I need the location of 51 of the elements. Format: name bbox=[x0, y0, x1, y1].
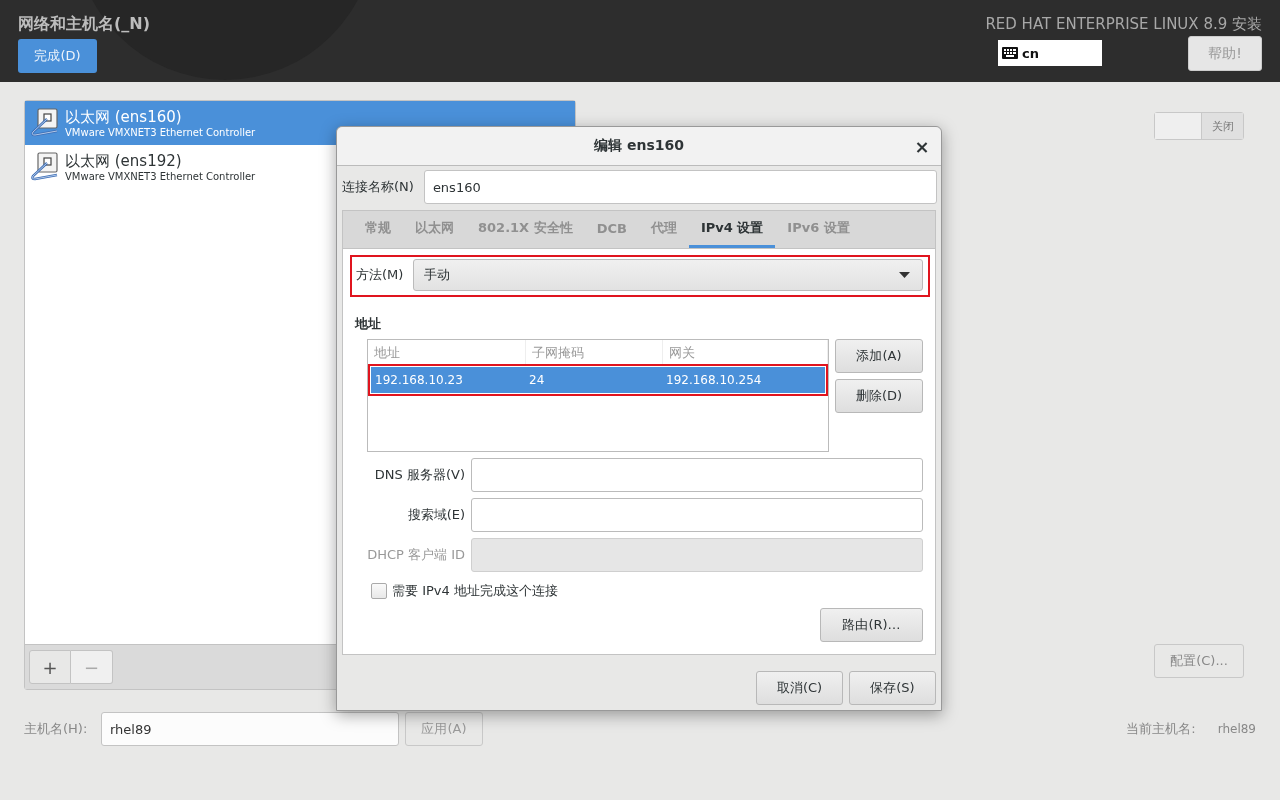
table-cell-text: 192.168.10.23 bbox=[374, 373, 464, 387]
checkbox-label: 需要 IPv4 地址完成这个连接 bbox=[392, 582, 558, 600]
device-description: VMware VMXNET3 Ethernet Controller bbox=[65, 171, 256, 182]
device-name: 以太网 (ens160) bbox=[65, 108, 183, 127]
keyboard-layout-text: cn bbox=[1022, 45, 1039, 61]
table-cell-text: 192.168.10.254 bbox=[665, 373, 763, 387]
hostname-field[interactable]: rhel89 bbox=[101, 712, 399, 746]
connection-name-field[interactable]: ens160 bbox=[423, 170, 937, 204]
device-description: VMware VMXNET3 Ethernet Controller bbox=[65, 127, 256, 138]
current-hostname-value: rhel89 bbox=[1217, 722, 1256, 736]
method-dropdown[interactable]: 手动 bbox=[413, 259, 923, 291]
keyboard-icon bbox=[1002, 47, 1018, 59]
configure-button[interactable]: 配置(C)... bbox=[1154, 644, 1244, 678]
delete-button[interactable]: 删除(D) bbox=[835, 379, 923, 413]
page-title: 网络和主机名(_N) bbox=[18, 14, 150, 35]
done-button[interactable]: 完成(D) bbox=[18, 39, 97, 73]
method-label: 方法(M) bbox=[356, 266, 404, 284]
close-button[interactable]: × bbox=[911, 135, 933, 157]
input-field[interactable] bbox=[471, 458, 923, 492]
dropdown-arrow-icon bbox=[899, 272, 910, 278]
tab[interactable]: 常规 bbox=[353, 211, 403, 248]
table-cell-text: 24 bbox=[528, 373, 546, 387]
tab[interactable]: 802.1X 安全性 bbox=[466, 211, 585, 248]
add-button[interactable]: 添加(A) bbox=[835, 339, 923, 373]
input-field[interactable] bbox=[471, 498, 923, 532]
connection-name-label: 连接名称(N) bbox=[342, 178, 414, 196]
field-label: DNS 服务器(V) bbox=[373, 466, 465, 484]
checkbox[interactable] bbox=[371, 583, 387, 599]
help-button[interactable]: 帮助! bbox=[1188, 36, 1262, 71]
hostname-label: 主机名(H): bbox=[24, 720, 89, 738]
device-name: 以太网 (ens192) bbox=[65, 152, 183, 171]
section-title: 地址 bbox=[355, 315, 382, 333]
current-hostname-label: 当前主机名: bbox=[1126, 720, 1196, 738]
tab[interactable]: 以太网 bbox=[403, 211, 466, 248]
tab[interactable]: DCB bbox=[584, 211, 639, 248]
save-button[interactable]: 保存(S) bbox=[849, 671, 936, 705]
add-device-button[interactable]: + bbox=[29, 650, 71, 684]
ethernet-icon bbox=[29, 108, 59, 138]
dialog-title: 编辑 ens160 bbox=[594, 137, 684, 155]
tab[interactable]: 代理 bbox=[638, 211, 689, 248]
keyboard-layout-indicator[interactable]: cn bbox=[998, 40, 1102, 66]
apply-button[interactable]: 应用(A) bbox=[405, 712, 483, 746]
product-title: RED HAT ENTERPRISE LINUX 8.9 安装 bbox=[985, 15, 1262, 34]
tab[interactable]: IPv6 设置 bbox=[775, 211, 862, 248]
table-row[interactable]: 192.168.10.23 24 192.168.10.254 bbox=[368, 364, 828, 396]
ethernet-icon bbox=[29, 152, 59, 182]
field-label: DHCP 客户端 ID bbox=[366, 546, 465, 564]
field-label: 搜索域(E) bbox=[406, 506, 465, 524]
routes-button[interactable]: 路由(R)… bbox=[820, 608, 923, 642]
toggle-switch[interactable]: 关闭 bbox=[1154, 112, 1244, 140]
cancel-button[interactable]: 取消(C) bbox=[756, 671, 843, 705]
